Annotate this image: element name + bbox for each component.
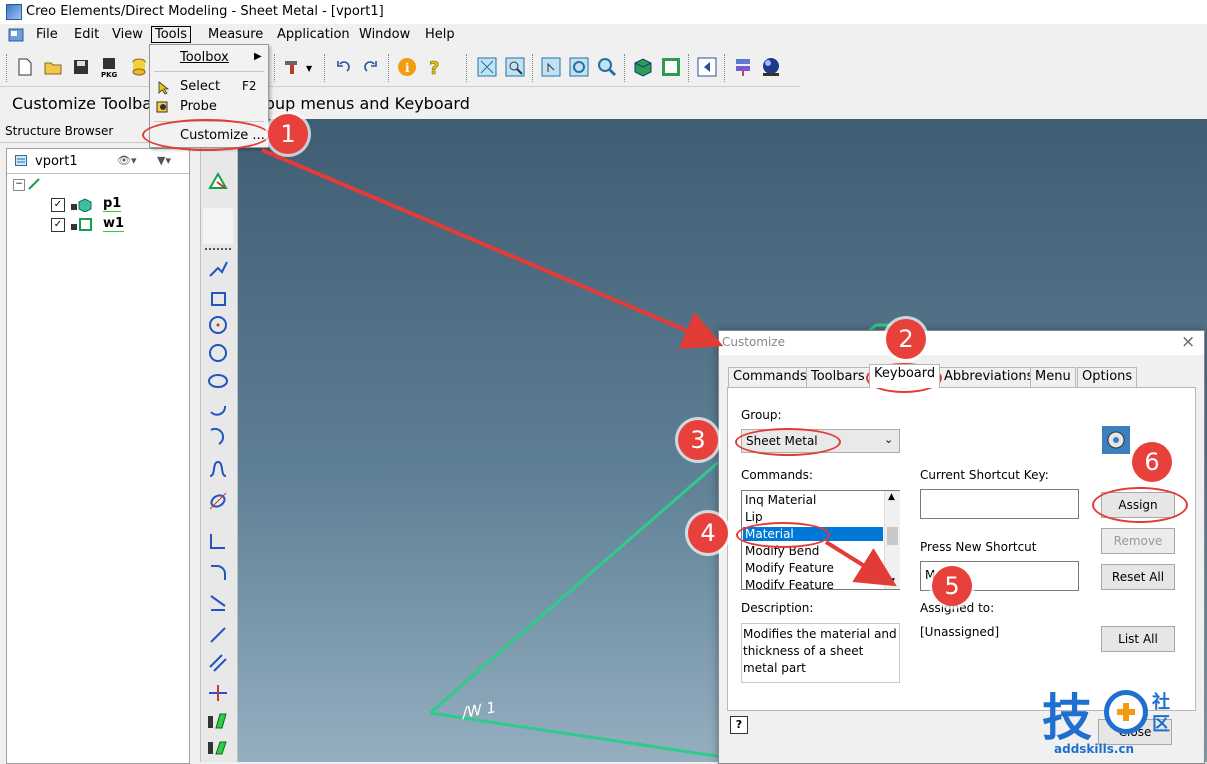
callout-3: 3	[678, 420, 718, 460]
watermark-plus-icon	[1104, 690, 1148, 734]
addskills-watermark: 技 社 区 addskills.cn	[1040, 684, 1205, 760]
callout-1: 1	[268, 114, 308, 154]
watermark-side-bottom: 区	[1152, 714, 1170, 735]
callout-2: 2	[886, 319, 926, 359]
watermark-url: addskills.cn	[1054, 742, 1135, 756]
tab-keyboard[interactable]: Keyboard	[869, 364, 941, 388]
watermark-main-char: 技	[1042, 689, 1092, 747]
annotation-arrows	[261, 148, 897, 587]
callout-6: 6	[1132, 442, 1172, 482]
callout-5: 5	[932, 566, 972, 606]
callout-4: 4	[688, 513, 728, 553]
